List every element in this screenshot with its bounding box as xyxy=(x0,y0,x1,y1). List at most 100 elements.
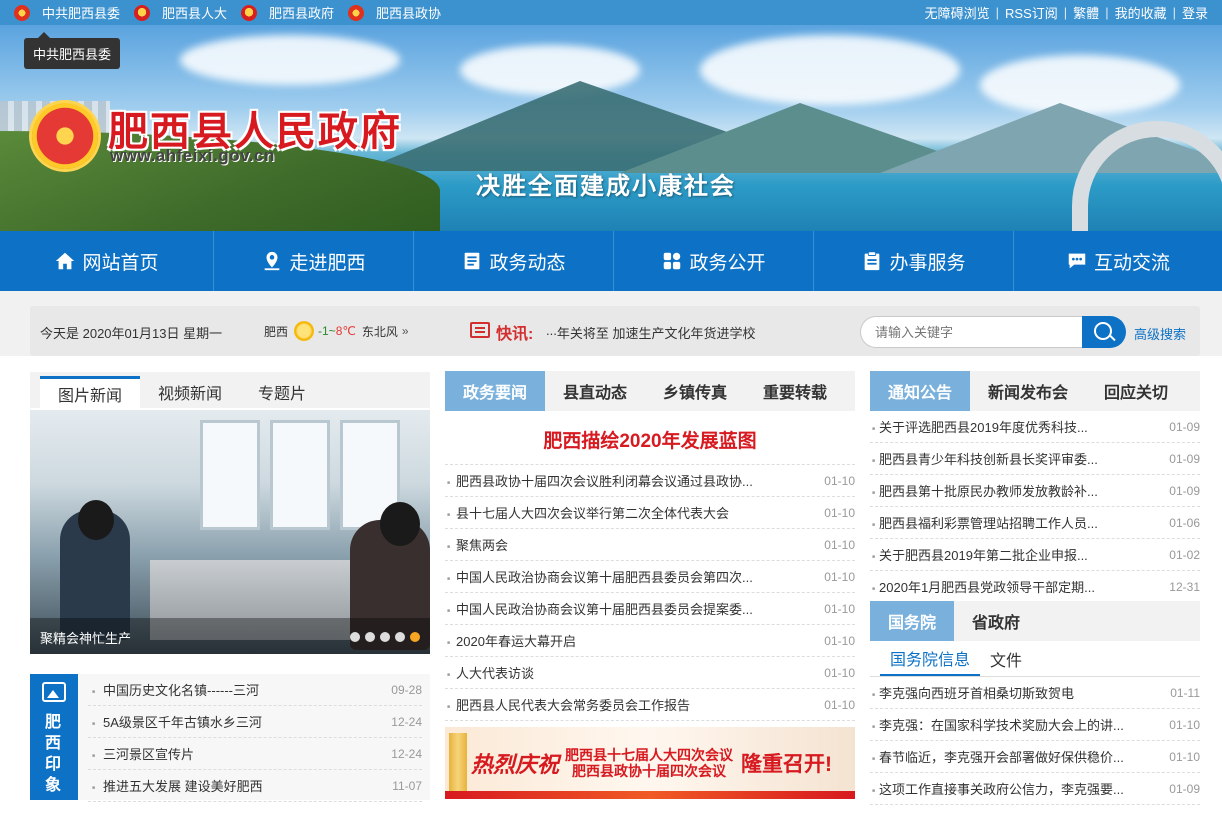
list-item[interactable]: 肥西县人民代表大会常务委员会工作报告01-10 xyxy=(445,689,855,721)
carousel-dot[interactable] xyxy=(365,632,375,642)
list-item[interactable]: 李克强：在国家科学技术奖励大会上的讲...01-10 xyxy=(870,709,1200,741)
media-tabs: 图片新闻 视频新闻 专题片 xyxy=(30,372,430,408)
celebration-banner[interactable]: 热烈庆祝 肥西县十七届人大四次会议 肥西县政协十届四次会议 隆重召开! xyxy=(445,727,855,799)
party-emblem-icon xyxy=(14,4,30,21)
tab-county-updates[interactable]: 县直动态 xyxy=(545,371,645,411)
list-item[interactable]: 推进五大发展 建设美好肥西11-07 xyxy=(88,770,422,802)
nav-home[interactable]: 网站首页 xyxy=(0,231,214,291)
rss-link[interactable]: RSS订阅 xyxy=(1005,3,1058,22)
headline-link[interactable]: 肥西描绘2020年发展蓝图 xyxy=(445,426,855,453)
list-item[interactable]: 肥西县政协十届四次会议胜利闭幕会议通过县政协...01-10 xyxy=(445,465,855,497)
advanced-search-link[interactable]: 高级搜索 xyxy=(1134,324,1186,343)
link-cppcc[interactable]: 肥西县政协 xyxy=(348,3,441,22)
tooltip: 中共肥西县委 xyxy=(24,32,121,69)
landscape-icon xyxy=(42,682,66,702)
tab-press-conference[interactable]: 新闻发布会 xyxy=(970,371,1086,411)
list-item[interactable]: 关于评选肥西县2019年度优秀科技...01-09 xyxy=(870,411,1200,443)
tab-reprints[interactable]: 重要转载 xyxy=(745,371,845,411)
utility-links: 无障碍浏览 | RSS订阅 | 繁體 | 我的收藏 | 登录 xyxy=(924,3,1208,22)
current-date: 今天是 2020年01月13日 星期一 xyxy=(40,326,223,341)
state-council-tabs: 国务院 省政府 xyxy=(870,601,1200,641)
list-item[interactable]: 人大代表访谈01-10 xyxy=(445,657,855,689)
list-item[interactable]: 中国人民政治协商会议第十届肥西县委员会提案委...01-10 xyxy=(445,593,855,625)
list-item[interactable]: 春节临近，李克强开会部署做好保供稳价...01-10 xyxy=(870,741,1200,773)
search-input[interactable] xyxy=(860,316,1082,348)
carousel-dot[interactable] xyxy=(395,632,405,642)
red-ribbon xyxy=(445,791,855,799)
tab-feature-films[interactable]: 专题片 xyxy=(240,376,324,408)
info-bar: 今天是 2020年01月13日 星期一 肥西 -1~8℃ 东北风 » 快讯: .… xyxy=(30,306,1200,356)
tab-photo-news[interactable]: 图片新闻 xyxy=(40,376,141,408)
main-navigation: 网站首页 走进肥西 政务动态 政务公开 办事服务 互动交流 xyxy=(0,231,1222,291)
nav-about-feixi[interactable]: 走进肥西 xyxy=(214,231,414,291)
list-item[interactable]: 肥西县第十批原民办教师发放教龄补...01-09 xyxy=(870,475,1200,507)
list-item[interactable]: 关于肥西县2019年第二批企业申报...01-02 xyxy=(870,539,1200,571)
list-item[interactable]: 李克强向西班牙首相桑切斯致贺电01-11 xyxy=(870,677,1200,709)
weather-city: 肥西 xyxy=(264,324,289,339)
tab-provincial-government[interactable]: 省政府 xyxy=(954,601,1038,641)
photo-carousel[interactable]: 聚精会神忙生产 xyxy=(30,410,430,654)
list-item[interactable]: 中国历史文化名镇------三河09-28 xyxy=(88,674,422,706)
tab-notices[interactable]: 通知公告 xyxy=(870,371,970,411)
pillar-decoration xyxy=(449,733,467,799)
link-party-committee[interactable]: 中共肥西县委 xyxy=(14,3,120,22)
news-tabs: 政务要闻 县直动态 乡镇传真 重要转载 xyxy=(445,371,855,411)
favorites-link[interactable]: 我的收藏 xyxy=(1115,3,1167,22)
subtab-documents[interactable]: 文件 xyxy=(980,641,1032,676)
site-url: www.ahfeixi.gov.cn xyxy=(110,146,275,165)
nav-services[interactable]: 办事服务 xyxy=(814,231,1014,291)
list-item[interactable]: 2020年1月肥西县党政领导干部定期...12-31 xyxy=(870,571,1200,603)
link-government[interactable]: 肥西县政府 xyxy=(241,3,334,22)
list-item[interactable]: 这项工作直接事关政府公信力，李克强要...01-09 xyxy=(870,773,1200,805)
list-item[interactable]: 县十七届人大四次会议举行第二次全体代表大会01-10 xyxy=(445,497,855,529)
list-item[interactable]: 聚焦两会01-10 xyxy=(445,529,855,561)
carousel-dot[interactable] xyxy=(380,632,390,642)
newspaper-icon xyxy=(470,322,490,338)
list-item[interactable]: 2020年春运大幕开启01-10 xyxy=(445,625,855,657)
list-item[interactable]: 三河景区宣传片12-24 xyxy=(88,738,422,770)
search-button[interactable] xyxy=(1082,316,1126,348)
news-ticker: ... 年关将至 加速生产 文化年货进学校 xyxy=(546,323,755,342)
national-emblem-icon xyxy=(134,4,151,21)
carousel-dot[interactable] xyxy=(350,632,360,642)
subtab-state-council-info[interactable]: 国务院信息 xyxy=(880,641,981,676)
feixi-impression-section: 肥西印象 中国历史文化名镇------三河09-28 5A级景区千年古镇水乡三河… xyxy=(30,674,430,802)
link-peoples-congress[interactable]: 肥西县人大 xyxy=(134,3,227,22)
ticker-item[interactable]: ... xyxy=(546,323,557,342)
nav-government-disclosure[interactable]: 政务公开 xyxy=(614,231,814,291)
carousel-dot-active[interactable] xyxy=(410,632,420,642)
top-bar: 中共肥西县委 肥西县人大 肥西县政府 肥西县政协 无障碍浏览 | RSS订阅 | 繁… xyxy=(0,0,1222,25)
list-item[interactable]: 5A级景区千年古镇水乡三河12-24 xyxy=(88,706,422,738)
ticker-item[interactable]: 年关将至 加速生产 xyxy=(557,323,665,342)
nav-government-news[interactable]: 政务动态 xyxy=(414,231,614,291)
chat-icon xyxy=(1068,253,1086,269)
impression-badge: 肥西印象 xyxy=(30,674,78,800)
list-item[interactable]: 肥西县福利彩票管理站招聘工作人员...01-06 xyxy=(870,507,1200,539)
sunny-icon xyxy=(294,321,315,341)
impression-list: 中国历史文化名镇------三河09-28 5A级景区千年古镇水乡三河12-24… xyxy=(88,674,422,802)
accessibility-link[interactable]: 无障碍浏览 xyxy=(925,3,990,22)
document-icon xyxy=(465,252,480,270)
grid-icon xyxy=(664,252,681,270)
tab-government-headlines[interactable]: 政务要闻 xyxy=(445,371,545,411)
ticker-item[interactable]: 文化年货进学校 xyxy=(664,323,755,342)
tab-video-news[interactable]: 视频新闻 xyxy=(140,376,240,408)
location-icon xyxy=(265,251,280,271)
weather-widget: 肥西 -1~8℃ 东北风 » xyxy=(264,321,409,341)
tab-state-council[interactable]: 国务院 xyxy=(870,601,954,641)
notice-list: 关于评选肥西县2019年度优秀科技...01-09 肥西县青少年科技创新县长奖评… xyxy=(870,411,1200,603)
traditional-chinese-link[interactable]: 繁體 xyxy=(1073,3,1099,22)
tab-responses[interactable]: 回应关切 xyxy=(1086,371,1186,411)
home-icon xyxy=(56,252,75,270)
nav-interaction[interactable]: 互动交流 xyxy=(1014,231,1222,291)
state-council-list: 李克强向西班牙首相桑切斯致贺电01-11 李克强：在国家科学技术奖励大会上的讲.… xyxy=(870,677,1200,805)
list-item[interactable]: 肥西县青少年科技创新县长奖评审委...01-09 xyxy=(870,443,1200,475)
national-emblem-icon xyxy=(241,4,258,21)
government-links: 中共肥西县委 肥西县人大 肥西县政府 肥西县政协 xyxy=(14,0,455,25)
clipboard-icon xyxy=(865,251,880,271)
list-item[interactable]: 中国人民政治协商会议第十届肥西县委员会第四次...01-10 xyxy=(445,561,855,593)
national-emblem-logo xyxy=(32,103,98,169)
login-link[interactable]: 登录 xyxy=(1182,3,1208,22)
weather-more-link[interactable]: » xyxy=(402,324,409,338)
tab-township-news[interactable]: 乡镇传真 xyxy=(645,371,745,411)
